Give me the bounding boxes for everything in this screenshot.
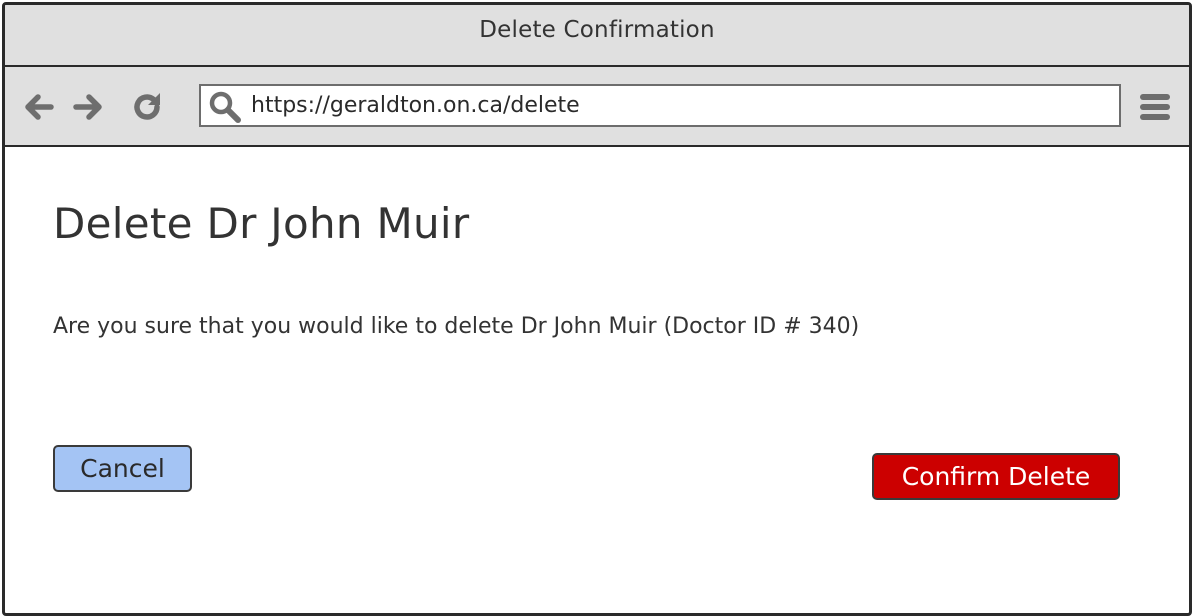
reload-icon[interactable] (129, 89, 165, 125)
confirm-delete-button[interactable]: Confirm Delete (872, 453, 1120, 500)
url-input[interactable] (251, 86, 1111, 125)
hamburger-menu-icon[interactable] (1137, 89, 1173, 125)
window-title: Delete Confirmation (479, 17, 715, 43)
page-content: Delete Dr John Muir Are you sure that yo… (5, 147, 1189, 613)
cancel-button[interactable]: Cancel (53, 445, 192, 492)
search-icon (207, 89, 243, 125)
page-title: Delete Dr John Muir (53, 199, 470, 248)
forward-arrow-icon[interactable] (70, 89, 106, 125)
address-bar[interactable] (199, 84, 1121, 127)
title-bar: Delete Confirmation (5, 5, 1189, 67)
browser-window: Delete Confirmation https://geraldton.on… (2, 2, 1192, 616)
back-arrow-icon[interactable] (21, 89, 57, 125)
browser-toolbar (5, 67, 1189, 147)
confirmation-message: Are you sure that you would like to dele… (53, 314, 860, 339)
